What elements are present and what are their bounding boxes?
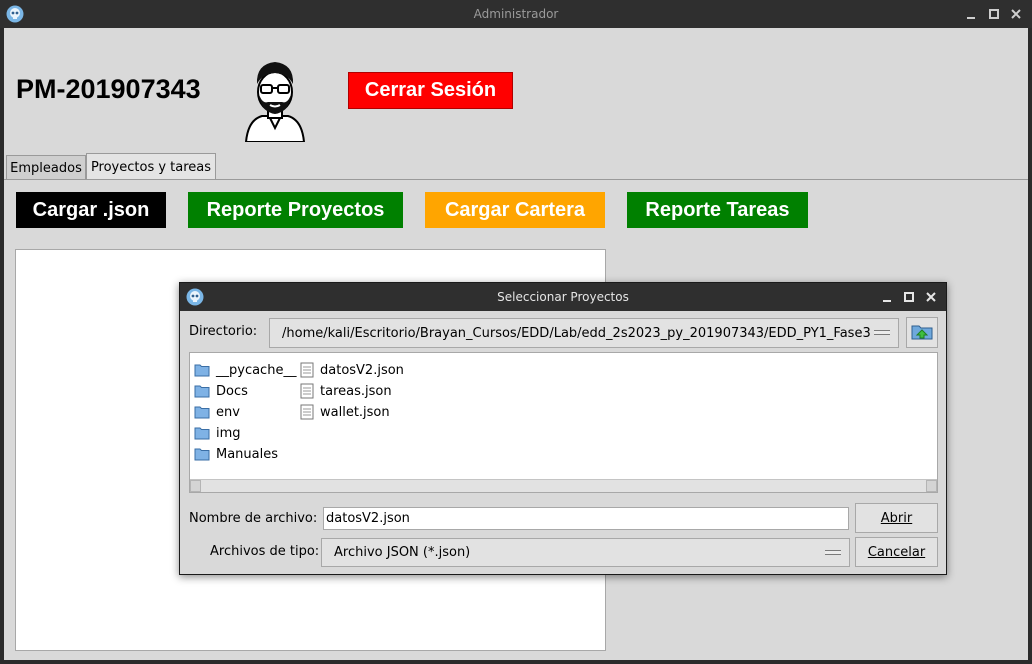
- filename-input[interactable]: datosV2.json: [323, 507, 849, 530]
- folder-icon: [194, 385, 210, 398]
- maximize-icon[interactable]: [902, 289, 916, 303]
- window-titlebar: Administrador: [0, 0, 1032, 28]
- tab-panel-divider: [4, 179, 1028, 180]
- filetype-label: Archivos de tipo:: [210, 544, 320, 559]
- tab-empleados[interactable]: Empleados: [6, 155, 86, 180]
- list-item[interactable]: __pycache__: [194, 360, 296, 380]
- directory-combo[interactable]: /home/kali/Escritorio/Brayan_Cursos/EDD/…: [269, 318, 899, 348]
- report-tasks-button[interactable]: Reporte Tareas: [627, 192, 808, 228]
- folder-name: img: [216, 425, 241, 441]
- list-item[interactable]: tareas.json: [300, 381, 392, 401]
- folder-icon: [194, 406, 210, 419]
- folder-name: Manuales: [216, 446, 279, 462]
- folder-up-icon: [911, 322, 933, 344]
- cancel-button-label: Cancelar: [867, 544, 926, 560]
- dialog-title: Seleccionar Proyectos: [497, 290, 629, 304]
- list-item[interactable]: Manuales: [194, 444, 278, 464]
- close-icon[interactable]: [1009, 6, 1023, 20]
- close-icon[interactable]: [924, 289, 938, 303]
- dialog-titlebar: Seleccionar Proyectos: [180, 283, 946, 311]
- folder-name: __pycache__: [216, 362, 297, 378]
- folder-name: Docs: [216, 383, 248, 399]
- directory-label: Directorio:: [189, 324, 258, 339]
- list-item[interactable]: env: [194, 402, 240, 422]
- user-id-label: PM-201907343: [16, 74, 201, 104]
- combo-arrow-icon: [874, 330, 890, 335]
- folder-icon: [194, 448, 210, 461]
- file-list[interactable]: __pycache__ Docs env img Manuales datosV…: [189, 352, 938, 493]
- open-button[interactable]: Abrir: [855, 503, 938, 533]
- file-name: tareas.json: [320, 383, 392, 399]
- filename-label: Nombre de archivo:: [189, 511, 318, 526]
- filetype-value: Archivo JSON (*.json): [334, 545, 471, 560]
- list-item[interactable]: wallet.json: [300, 402, 390, 422]
- minimize-icon[interactable]: [880, 289, 894, 303]
- cancel-button[interactable]: Cancelar: [855, 537, 938, 567]
- list-item[interactable]: Docs: [194, 381, 248, 401]
- folder-up-button[interactable]: [906, 317, 938, 348]
- avatar: [242, 58, 308, 143]
- file-chooser-dialog: Seleccionar Proyectos Directorio: /home/…: [179, 282, 947, 575]
- window-title: Administrador: [473, 7, 559, 21]
- list-item[interactable]: img: [194, 423, 241, 443]
- combo-arrow-icon: [825, 549, 841, 555]
- file-icon: [300, 362, 314, 378]
- folder-icon: [194, 427, 210, 440]
- folder-icon: [194, 364, 210, 377]
- logout-button[interactable]: Cerrar Sesión: [348, 72, 513, 109]
- horizontal-scrollbar[interactable]: [190, 479, 937, 492]
- report-projects-button[interactable]: Reporte Proyectos: [188, 192, 403, 228]
- file-name: wallet.json: [320, 404, 390, 420]
- load-json-button[interactable]: Cargar .json: [16, 192, 166, 228]
- tab-proyectos-y-tareas[interactable]: Proyectos y tareas: [86, 153, 216, 180]
- folder-name: env: [216, 404, 240, 420]
- list-item[interactable]: datosV2.json: [300, 360, 404, 380]
- maximize-icon[interactable]: [987, 6, 1001, 20]
- directory-value: /home/kali/Escritorio/Brayan_Cursos/EDD/…: [282, 325, 871, 341]
- open-button-label: Abrir: [880, 510, 913, 526]
- filetype-combo[interactable]: Archivo JSON (*.json): [321, 538, 850, 567]
- file-icon: [300, 383, 314, 399]
- file-icon: [300, 404, 314, 420]
- file-name: datosV2.json: [320, 362, 404, 378]
- load-wallet-button[interactable]: Cargar Cartera: [425, 192, 605, 228]
- scroll-right-arrow-icon[interactable]: [926, 480, 937, 492]
- minimize-icon[interactable]: [964, 6, 978, 20]
- scroll-left-arrow-icon[interactable]: [190, 480, 201, 492]
